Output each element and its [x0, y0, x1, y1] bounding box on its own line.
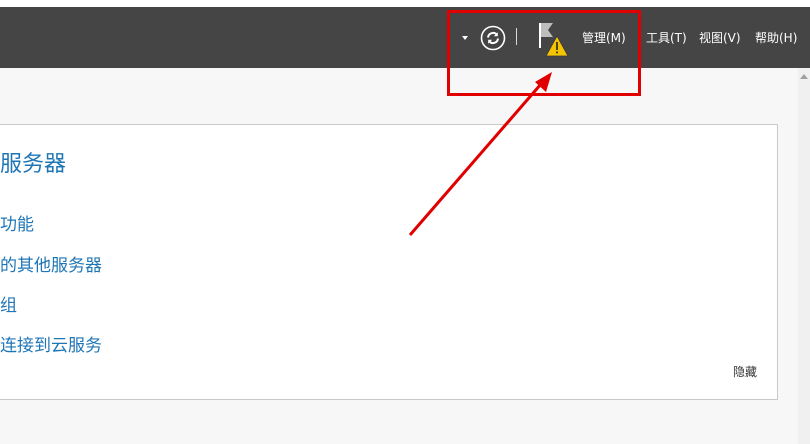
refresh-icon[interactable] — [480, 25, 506, 51]
menu-tools[interactable]: 工具(T) — [646, 29, 687, 47]
menu-view[interactable]: 视图(V) — [699, 29, 741, 47]
server-manager-toolbar — [0, 7, 810, 68]
menu-help[interactable]: 帮助(H) — [755, 29, 797, 47]
vertical-scrollbar[interactable] — [798, 68, 810, 444]
hide-panel-link[interactable]: 隐藏 — [733, 364, 757, 380]
notifications-flag-warning-icon[interactable] — [537, 22, 571, 60]
create-server-group-link[interactable]: 组 — [0, 295, 17, 317]
connect-cloud-services-link[interactable]: 连接到云服务 — [0, 335, 102, 357]
toolbar-separator — [516, 28, 517, 45]
navigation-dropdown-icon[interactable] — [462, 36, 468, 40]
panel-heading: 服务器 — [0, 152, 67, 177]
add-other-servers-link[interactable]: 的其他服务器 — [0, 255, 102, 277]
add-roles-features-link[interactable]: 功能 — [0, 214, 34, 236]
menu-manage[interactable]: 管理(M) — [582, 29, 626, 47]
scroll-up-arrow-icon[interactable] — [800, 74, 808, 79]
welcome-panel — [0, 124, 778, 400]
